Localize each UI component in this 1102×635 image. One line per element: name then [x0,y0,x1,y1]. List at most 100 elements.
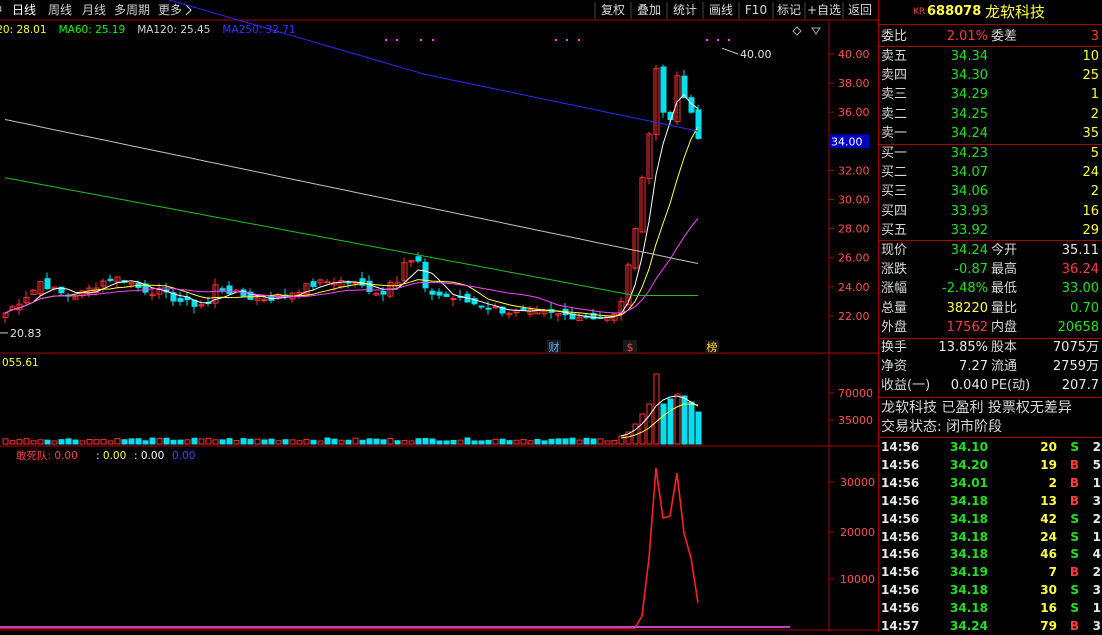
event-dot [566,39,568,41]
tick-count: 1 [1092,529,1101,544]
event-dot [385,39,387,41]
triangle-down-icon[interactable] [811,27,821,35]
volume-bar [646,403,653,445]
volume-bar [408,440,415,445]
volume-bar [401,440,408,445]
tick-direction: S [1070,529,1079,544]
candle-body [226,285,233,295]
toolbar-button-4[interactable]: F10 [745,3,767,17]
volume-bar [695,411,702,445]
ask-price: 34.29 [950,87,988,103]
tab-0[interactable]: 分钟 [0,2,2,17]
info-row: 交易状态: 闭市阶段 [879,418,1102,436]
tick-price: 34.19 [950,565,988,580]
diamond-icon[interactable] [792,26,802,36]
tick-volume: 19 [1040,457,1057,472]
event-dot [578,39,580,41]
ma5-line [4,93,699,319]
tab-4[interactable]: 多周期 [114,3,150,17]
tick-time: 14:56 [881,601,920,616]
indicator-axis-label: 10000 [840,573,875,586]
bid-label: 买三 [881,184,908,200]
toolbar-button-6[interactable]: +自选 [807,3,841,17]
volume-bar [457,439,464,445]
volume-bar [317,440,324,445]
toolbar-button-3[interactable]: 画线 [709,3,733,17]
toolbar-button-1[interactable]: 叠加 [637,3,661,17]
volume-bar [485,439,492,445]
event-marker-0[interactable]: 财 [549,340,560,354]
volume-bar [37,439,44,445]
tick-volume: 16 [1040,601,1057,616]
bid-label: 买二 [881,165,908,181]
ask-price: 34.30 [950,68,988,84]
tick-time: 14:56 [881,565,920,580]
stock-header: KR 688078 龙软科技 [879,3,1102,23]
volume-bar [415,438,422,445]
tab-1[interactable]: 日线 [12,3,36,17]
quote-label: 最高 [991,262,1018,278]
toolbar-button-0[interactable]: 复权 [601,3,625,17]
bid-volume: 29 [1082,222,1099,238]
ask-volume: 25 [1082,68,1099,84]
quote-row: 现价 34.24 今开 35.11 [879,242,1102,260]
candle-body [44,278,51,290]
candle-body [520,308,527,311]
quote-side-panel: KR 688078 龙软科技 委比 2.01% 委差 3 卖五 34.34 10 卖四 34.30 25… [878,0,1102,633]
candle-body [219,288,226,291]
tick-price: 34.18 [950,547,988,562]
volume-bar [562,438,569,445]
quote-row: 涨跌 -0.87 最高 36.24 [879,261,1102,279]
tab-2[interactable]: 周线 [48,3,72,17]
tab-3[interactable]: 月线 [82,3,106,17]
volume-bar [380,439,387,445]
tick-time: 14:57 [881,619,920,633]
volume-bar [247,438,254,445]
stats-row: 换手 13.85% 股本 7075万 [879,339,1102,357]
volume-bar [30,440,37,445]
volume-bar [527,440,534,445]
tick-price: 34.20 [950,457,988,472]
bid-volume: 16 [1082,203,1099,219]
tick-row: 14:56 34.18 46 S 4 [879,545,1102,563]
event-marker-2[interactable]: 榜 [707,340,718,354]
bid-row: 买五 33.92 29 [879,222,1102,240]
volume-bar [212,439,219,445]
candle-body [436,291,443,296]
low-price-label: 20.83 [10,327,42,340]
volume-bar [51,440,58,445]
toolbar-button-7[interactable]: 返回 [848,3,872,17]
tick-time: 14:56 [881,493,920,508]
candle-body [478,305,485,308]
tick-price: 34.18 [950,583,988,598]
price-axis-label: 28.00 [838,223,870,236]
event-marker-1[interactable]: $ [627,341,634,354]
stats-row: 收益(一) 0.040 PE(动) 207.7 [879,377,1102,395]
volume-bar [9,440,16,445]
bid-label: 买四 [881,203,908,219]
info-line: 交易状态: 闭市阶段 [881,419,1003,435]
ask-price: 34.25 [950,106,988,122]
volume-bar [681,395,688,445]
volume-bar [597,438,604,445]
ask-label: 卖二 [881,106,908,122]
volume-bar [191,437,198,445]
volume-bar [226,438,233,445]
ask-label: 卖五 [881,49,908,64]
bid-volume: 24 [1082,165,1099,181]
tick-count: 2 [1092,440,1101,454]
weicha-value: 3 [1090,29,1099,44]
quote-label: 内盘 [991,319,1018,335]
toolbar-button-2[interactable]: 统计 [673,3,697,17]
weibi-row: 委比 2.01% 委差 3 [879,28,1102,46]
price-axis-label: 38.00 [838,77,870,90]
toolbar-button-5[interactable]: 标记 [777,3,801,17]
event-dot [555,39,557,41]
tick-count: 3 [1092,493,1101,508]
quote-value: 0.70 [1070,300,1099,316]
kline-chart-area[interactable]: 分钟日线周线月线多周期更多 复权叠加统计画线 F10 标记 +自选返回 MA20: 28.… [0,0,878,632]
tab-5[interactable]: 更多 [158,3,182,17]
tick-direction: B [1069,619,1079,633]
bid-row: 买三 34.06 2 [879,183,1102,201]
quote-value: 34.24 [950,243,988,258]
